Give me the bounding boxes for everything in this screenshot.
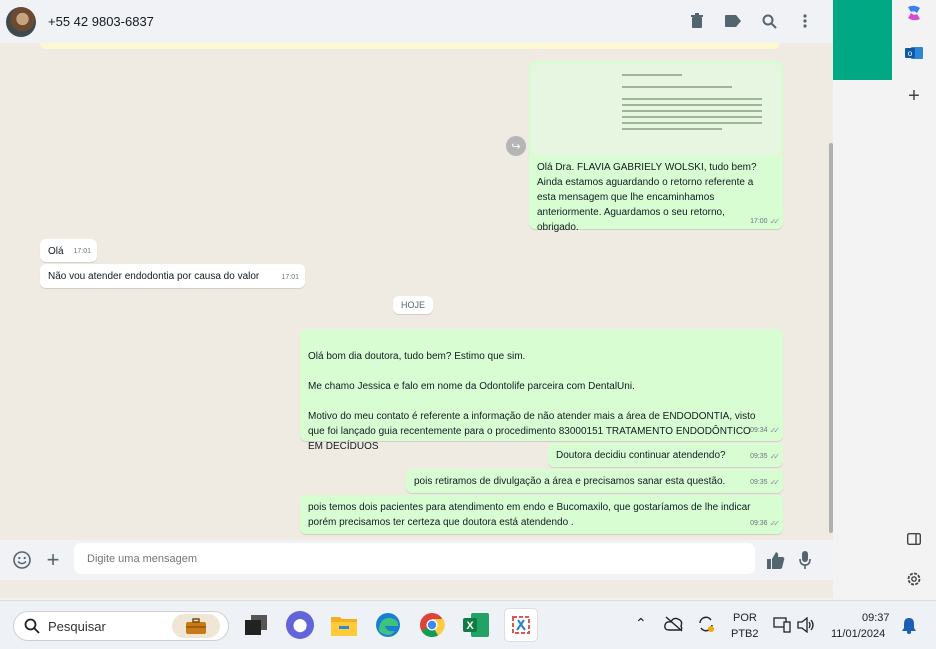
label-icon[interactable] [723, 11, 743, 31]
chat-header: +55 42 9803-6837 [0, 0, 833, 43]
chrome-icon[interactable] [418, 611, 446, 639]
outgoing-message[interactable]: Olá bom dia doutora, tudo bem? Estimo qu… [300, 329, 783, 452]
composer-bar: + [0, 540, 833, 580]
snipping-tool-icon[interactable] [504, 608, 538, 642]
sync-icon[interactable] [697, 615, 715, 636]
avatar[interactable] [6, 6, 36, 37]
svg-text:X: X [466, 620, 474, 632]
chat-scrollbar[interactable] [829, 143, 833, 533]
message-time: 17:01 [73, 248, 91, 255]
thumbs-up-icon[interactable] [766, 550, 786, 570]
message-text: Olá [48, 246, 64, 257]
browser-sidebar: o + [892, 0, 936, 598]
message-text: Doutora decidiu continuar atendendo? [556, 450, 726, 461]
message-text: Olá Dra. FLAVIA GABRIELY WOLSKI, tudo be… [537, 162, 757, 233]
date-divider: HOJE [393, 296, 434, 314]
message-time: 17:01 [281, 274, 299, 281]
forwarded-image-message[interactable]: Olá Dra. FLAVIA GABRIELY WOLSKI, tudo be… [529, 61, 783, 233]
read-receipt-icon: ✓✓ [769, 217, 781, 226]
clock-time[interactable]: 09:37 [862, 612, 890, 624]
clock-date[interactable]: 11/01/2024 [831, 628, 885, 640]
notification-bell-icon[interactable] [901, 617, 917, 637]
svg-text:o: o [908, 49, 913, 58]
outlook-icon[interactable]: o [904, 43, 924, 63]
message-time: 09:34 ✓✓ [750, 423, 781, 438]
whatsapp-window: +55 42 9803-6837 ↪ Olá Dra. FLAVIA GABRI… [0, 0, 833, 598]
search-icon[interactable] [759, 11, 779, 31]
message-text: pois temos dois pacientes para atendimen… [308, 502, 751, 528]
contact-name[interactable]: +55 42 9803-6837 [48, 14, 154, 29]
file-explorer-icon[interactable] [330, 611, 358, 639]
message-time: 09:35 ✓✓ [750, 475, 781, 490]
emoji-icon[interactable] [12, 550, 32, 570]
search-label: Pesquisar [48, 618, 106, 634]
outgoing-message[interactable]: Doutora decidiu continuar atendendo? 09:… [548, 443, 783, 467]
previous-message-edge [40, 43, 780, 49]
browser-tab-accent [833, 0, 892, 80]
message-text: Não vou atender endodontia por causa do … [48, 271, 260, 282]
chat-area[interactable]: ↪ Olá Dra. FLAVIA GABRIELY WOLSKI, tudo … [0, 43, 833, 540]
windows-taskbar: Pesquisar ⬤ X ⌃ POR PTB2 09:37 11/01/202… [0, 600, 936, 649]
search-icon [24, 618, 40, 634]
language-indicator-top[interactable]: POR [733, 612, 757, 624]
plus-icon[interactable]: + [43, 547, 63, 572]
cloud-offline-icon[interactable] [664, 616, 684, 635]
message-text: pois retiramos de divulgação a área e pr… [414, 476, 726, 487]
outgoing-message[interactable]: pois retiramos de divulgação a área e pr… [406, 469, 783, 493]
device-icon[interactable] [773, 617, 791, 636]
add-icon[interactable]: + [904, 85, 924, 107]
read-receipt-icon: ✓✓ [769, 426, 781, 435]
taskbar-search[interactable]: Pesquisar [13, 611, 229, 641]
microphone-icon[interactable] [795, 550, 815, 570]
trash-icon[interactable] [687, 11, 707, 31]
message-time: 09:36 ✓✓ [750, 516, 781, 531]
incoming-message[interactable]: Não vou atender endodontia por causa do … [40, 264, 305, 288]
task-view-icon[interactable] [242, 611, 270, 639]
copilot-icon[interactable] [904, 3, 924, 23]
sidebar-toggle-icon[interactable] [904, 529, 924, 549]
image-thumbnail[interactable] [532, 64, 780, 156]
excel-icon[interactable]: X [462, 611, 490, 639]
message-time: 09:35 ✓✓ [750, 449, 781, 464]
read-receipt-icon: ✓✓ [769, 519, 781, 528]
settings-icon[interactable] [904, 569, 924, 589]
read-receipt-icon: ✓✓ [769, 478, 781, 487]
outgoing-message[interactable]: pois temos dois pacientes para atendimen… [300, 495, 783, 534]
message-input[interactable] [74, 543, 755, 574]
message-text: Olá bom dia doutora, tudo bem? Estimo qu… [308, 351, 756, 452]
teams-chat-icon[interactable]: ⬤ [286, 611, 314, 639]
language-indicator-bottom[interactable]: PTB2 [731, 628, 759, 640]
incoming-message[interactable]: Olá 17:01 [40, 239, 97, 262]
forward-icon[interactable]: ↪ [506, 136, 526, 156]
message-time: 17:00 ✓✓ [750, 217, 781, 226]
briefcase-icon [172, 614, 220, 638]
volume-icon[interactable] [797, 616, 815, 636]
menu-icon[interactable] [795, 11, 815, 31]
edge-browser-icon[interactable] [374, 611, 402, 639]
show-hidden-icons-chevron[interactable]: ⌃ [635, 615, 647, 632]
read-receipt-icon: ✓✓ [769, 452, 781, 461]
